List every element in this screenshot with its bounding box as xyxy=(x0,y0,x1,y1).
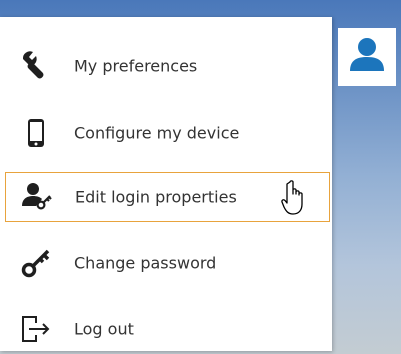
user-avatar-icon xyxy=(347,35,387,79)
menu-item-configure-my-device[interactable]: Configure my device xyxy=(5,108,330,158)
key-icon xyxy=(19,246,53,280)
smartphone-icon xyxy=(19,116,53,150)
user-key-icon xyxy=(20,180,54,214)
menu-item-change-password[interactable]: Change password xyxy=(5,238,330,288)
menu-item-my-preferences[interactable]: My preferences xyxy=(5,41,330,91)
user-avatar-button[interactable] xyxy=(338,28,396,86)
menu-item-label: My preferences xyxy=(74,56,198,76)
menu-item-label: Configure my device xyxy=(74,123,240,143)
menu-item-label: Edit login properties xyxy=(75,187,237,207)
menu-item-label: Log out xyxy=(74,319,134,339)
hand-pointer-cursor-icon xyxy=(281,180,303,215)
logout-icon xyxy=(19,312,53,346)
menu-item-log-out[interactable]: Log out xyxy=(5,304,330,354)
wrench-icon xyxy=(19,49,53,83)
menu-item-label: Change password xyxy=(74,253,217,273)
